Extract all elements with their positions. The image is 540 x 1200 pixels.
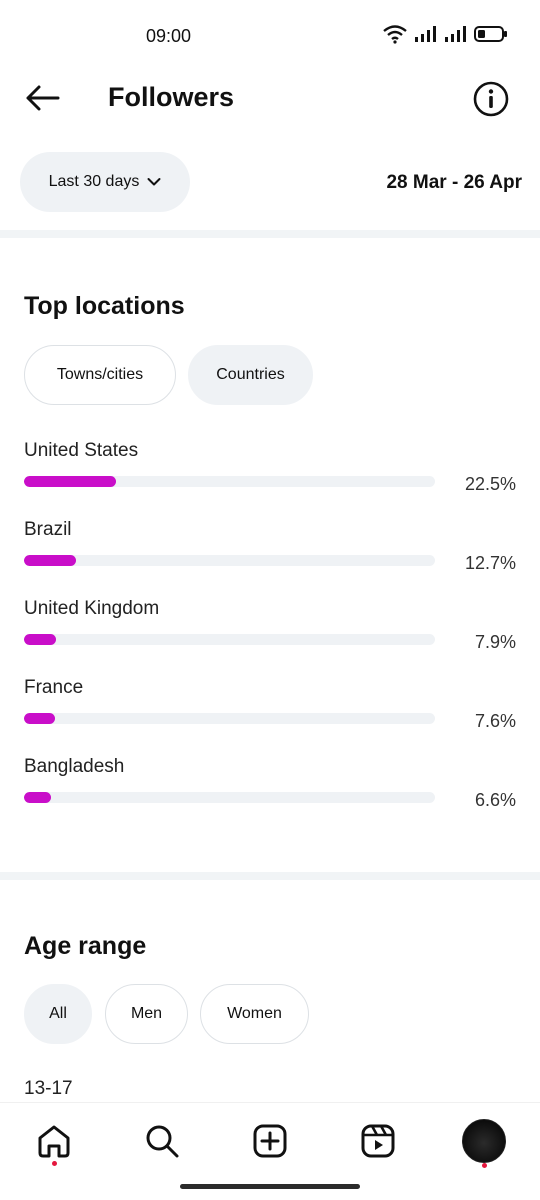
- location-name: France: [24, 677, 84, 698]
- nav-profile[interactable]: [462, 1119, 506, 1163]
- location-percent: 7.6%: [474, 711, 516, 731]
- signal-icon-2: [445, 26, 466, 42]
- home-indicator: [180, 1184, 360, 1189]
- tab-age-all[interactable]: All: [24, 984, 92, 1044]
- location-item: United States 22.5%: [0, 440, 540, 510]
- profile-notification-dot: [482, 1163, 487, 1168]
- location-item: France 7.6%: [0, 677, 540, 747]
- battery-icon: [474, 26, 507, 42]
- date-range-row: Last 30 days 28 Mar - 26 Apr: [0, 152, 540, 214]
- header: Followers: [0, 70, 540, 126]
- location-percent: 6.6%: [474, 790, 516, 810]
- arrow-left-icon: [26, 85, 60, 111]
- tab-countries[interactable]: Countries: [188, 345, 313, 405]
- nav-home[interactable]: [32, 1119, 76, 1163]
- date-range-selector[interactable]: Last 30 days: [20, 152, 190, 212]
- location-name: United Kingdom: [24, 598, 160, 619]
- nav-reels[interactable]: [356, 1119, 400, 1163]
- chevron-down-icon: [147, 178, 161, 186]
- nav-search[interactable]: [140, 1119, 184, 1163]
- location-name: Brazil: [24, 519, 72, 540]
- location-item: Bangladesh 6.6%: [0, 756, 540, 826]
- back-button[interactable]: [22, 80, 62, 116]
- location-bar-track: [24, 792, 435, 803]
- create-icon: [253, 1124, 287, 1158]
- location-name: Bangladesh: [24, 756, 125, 777]
- location-percent: 12.7%: [464, 553, 516, 573]
- search-icon: [146, 1125, 179, 1158]
- tab-towns-cities[interactable]: Towns/cities: [24, 345, 176, 405]
- location-bar-fill: [24, 555, 77, 566]
- date-range-text: 28 Mar - 26 Apr: [386, 172, 522, 193]
- location-bar-fill: [24, 476, 117, 487]
- age-range-title: Age range: [24, 932, 147, 960]
- tab-age-men[interactable]: Men: [105, 984, 188, 1044]
- status-bar: 09:00: [0, 0, 540, 70]
- info-button[interactable]: [472, 80, 510, 118]
- info-icon: [473, 81, 509, 117]
- location-bar-fill: [24, 634, 57, 645]
- section-divider: [0, 230, 540, 238]
- location-bar-track: [24, 634, 435, 645]
- reels-icon: [361, 1124, 395, 1158]
- tab-age-women[interactable]: Women: [200, 984, 309, 1044]
- wifi-icon: [383, 25, 407, 44]
- location-percent: 22.5%: [464, 474, 516, 494]
- nav-create[interactable]: [248, 1119, 292, 1163]
- location-item: Brazil 12.7%: [0, 519, 540, 589]
- home-notification-dot: [52, 1161, 57, 1166]
- location-item: United Kingdom 7.9%: [0, 598, 540, 668]
- home-icon: [38, 1125, 70, 1158]
- age-bucket-label: 13-17: [24, 1078, 73, 1099]
- page-title: Followers: [108, 82, 235, 112]
- date-range-selector-label: Last 30 days: [48, 173, 140, 190]
- location-bar-track: [24, 476, 435, 487]
- location-bar-fill: [24, 792, 52, 803]
- section-divider: [0, 872, 540, 880]
- signal-icon-1: [415, 26, 436, 42]
- location-bar-fill: [24, 713, 56, 724]
- location-bar-track: [24, 555, 435, 566]
- location-bar-track: [24, 713, 435, 724]
- location-name: United States: [24, 440, 139, 461]
- top-locations-title: Top locations: [24, 292, 185, 320]
- status-time: 09:00: [146, 26, 192, 46]
- profile-avatar: [462, 1119, 506, 1163]
- location-percent: 7.9%: [474, 632, 516, 652]
- status-icons: [382, 24, 508, 44]
